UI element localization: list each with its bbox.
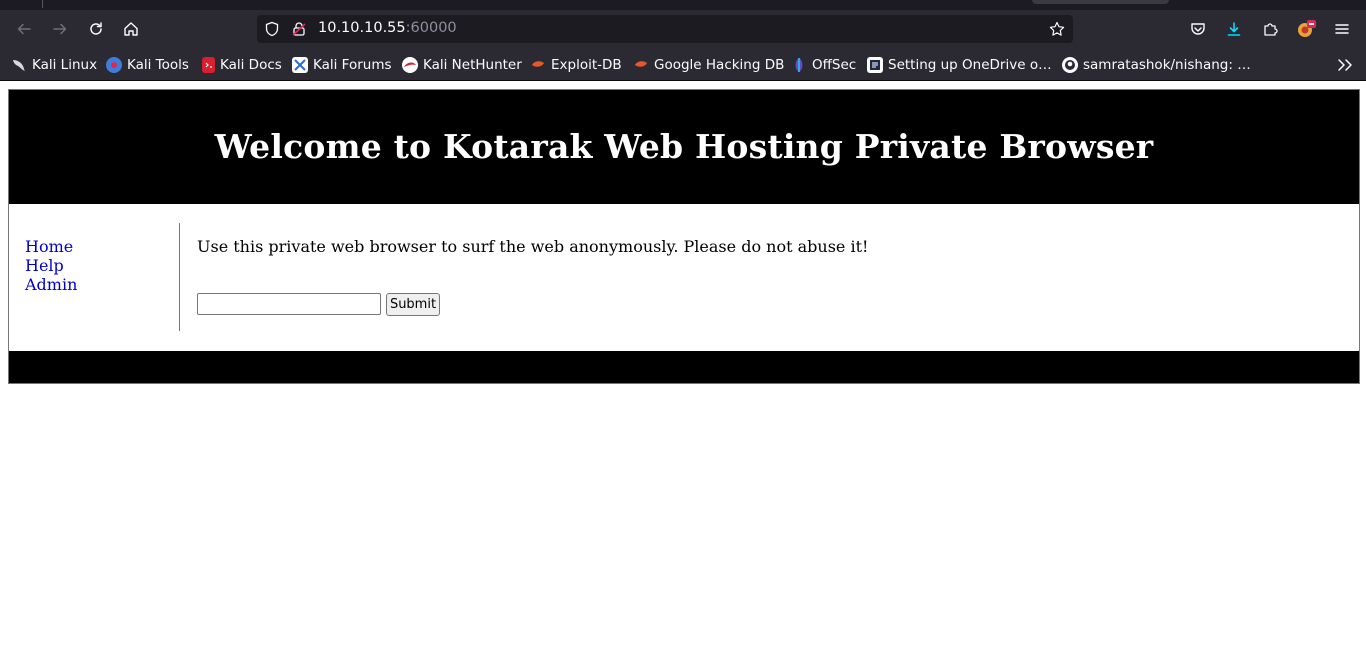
kali-forums-icon [292, 57, 308, 73]
bookmark-item[interactable]: Kali Tools [106, 55, 189, 75]
bookmark-item[interactable]: Kali NetHunter [402, 55, 522, 75]
bookmark-label: Setting up OneDrive o… [888, 57, 1052, 73]
hamburger-menu-icon [1335, 24, 1349, 34]
bookmark-item[interactable]: Kali Forums [292, 55, 392, 75]
back-button[interactable] [10, 15, 38, 43]
site-footer [9, 351, 1359, 383]
downloads-button[interactable] [1220, 15, 1248, 43]
bookmark-label: OffSec [812, 57, 857, 73]
puzzle-icon [1264, 23, 1278, 36]
home-button[interactable] [117, 15, 145, 43]
page-title: Welcome to Kotarak Web Hosting Private B… [214, 126, 1154, 166]
nethunter-icon [402, 57, 418, 73]
bookmark-item[interactable]: samratashok/nishang: … [1062, 55, 1251, 75]
bookmark-item[interactable]: Kali Docs [202, 55, 282, 75]
site-header: Welcome to Kotarak Web Hosting Private B… [9, 90, 1359, 204]
navigation-toolbar: 10.10.10.55:60000 [0, 10, 1366, 48]
description-text: Use this private web browser to surf the… [197, 237, 869, 256]
bookmark-label: Kali NetHunter [423, 57, 522, 73]
main-content: Use this private web browser to surf the… [197, 237, 868, 256]
tab-edge[interactable] [1032, 0, 1169, 4]
page-viewport: Welcome to Kotarak Web Hosting Private B… [0, 82, 1366, 663]
back-arrow-icon [17, 23, 31, 35]
url-text[interactable]: 10.10.10.55:60000 [318, 20, 457, 36]
exploit-db-icon [530, 57, 546, 73]
sidebar-nav: Home Help Admin [25, 237, 175, 294]
home-icon [124, 22, 138, 36]
kali-docs-icon [202, 57, 215, 73]
bookmark-item[interactable]: OffSec [791, 55, 856, 75]
bookmarks-toolbar: Kali Linux Kali Tools Kali Docs Kali For… [0, 48, 1366, 81]
bookmark-item[interactable]: Google Hacking DB [633, 55, 784, 75]
submit-button[interactable]: Submit [386, 293, 440, 316]
bookmark-label: Google Hacking DB [654, 57, 785, 73]
onedrive-page-icon [867, 57, 883, 73]
shield-icon[interactable] [264, 21, 280, 37]
bookmark-label: Kali Tools [127, 57, 189, 73]
reload-icon [90, 22, 102, 35]
pocket-button[interactable] [1184, 15, 1212, 43]
nav-link-help[interactable]: Help [25, 256, 175, 275]
bookmark-item[interactable]: Exploit-DB [530, 55, 622, 75]
nav-link-home[interactable]: Home [25, 237, 175, 256]
url-port: :60000 [405, 20, 457, 36]
url-host: 10.10.10.55 [318, 20, 406, 36]
bookmark-label: Kali Linux [32, 57, 98, 73]
forward-arrow-icon [53, 23, 67, 35]
sidebar-divider [179, 223, 180, 331]
pocket-icon [1191, 23, 1205, 35]
tab-separator [42, 0, 43, 8]
bookmark-label: samratashok/nishang: … [1083, 57, 1251, 73]
bookmark-label: Kali Forums [313, 57, 392, 73]
reload-button[interactable] [82, 15, 110, 43]
download-icon [1227, 22, 1241, 36]
bookmark-label: Exploit-DB [551, 57, 622, 73]
double-chevron-icon[interactable] [1336, 56, 1354, 74]
star-icon[interactable] [1049, 21, 1065, 37]
forward-button[interactable] [46, 15, 74, 43]
kali-dragon-icon [11, 57, 27, 73]
bookmark-item[interactable]: Kali Linux [11, 55, 97, 75]
url-bar[interactable]: 10.10.10.55:60000 [257, 15, 1073, 43]
site-container: Welcome to Kotarak Web Hosting Private B… [8, 89, 1360, 384]
offsec-icon [791, 57, 807, 73]
url-input[interactable] [197, 293, 381, 315]
bookmark-item[interactable]: Setting up OneDrive o… [867, 55, 1052, 75]
menu-button[interactable] [1328, 15, 1356, 43]
extensions-button[interactable] [1256, 15, 1284, 43]
github-icon [1062, 57, 1078, 73]
bookmark-label: Kali Docs [220, 57, 282, 73]
insecure-lock-icon[interactable] [291, 21, 307, 37]
nav-link-admin[interactable]: Admin [25, 275, 175, 294]
ghdb-icon [633, 57, 649, 73]
profile-button[interactable] [1292, 15, 1320, 43]
tab-strip [0, 0, 1366, 10]
kali-tools-icon [106, 57, 122, 73]
profile-badge-icon [1298, 20, 1316, 37]
